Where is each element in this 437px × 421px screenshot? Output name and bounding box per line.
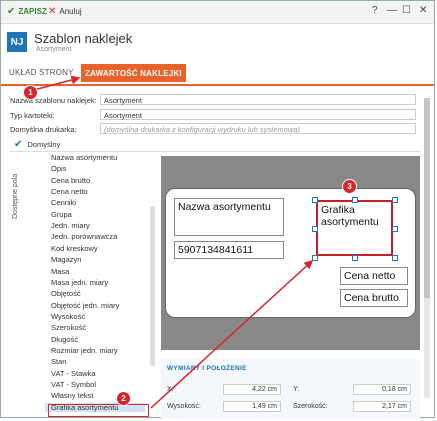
field-list-item[interactable]: Własny tekst <box>51 391 94 400</box>
annotation-badge-3: 3 <box>342 179 357 194</box>
help-button[interactable]: ? <box>372 5 378 16</box>
module-logo: NJ <box>7 32 27 52</box>
available-fields-label: Dostępne pola <box>12 173 19 219</box>
app-window: ✔ ZAPISZ ✕ Anuluj ? — ☐ ✕ NJ Szablon nak… <box>0 0 435 419</box>
element-cena-netto[interactable]: Cena netto <box>340 267 408 285</box>
field-list-item[interactable]: Cenniki <box>51 198 76 207</box>
type-label: Typ kartoteki: <box>10 111 55 120</box>
divider <box>9 151 421 152</box>
annotation-badge-1: 1 <box>23 85 38 100</box>
resize-handle[interactable] <box>312 255 318 261</box>
y-input[interactable]: 0,18 cm <box>353 384 411 395</box>
tab-page-layout[interactable]: UKŁAD STRONY <box>9 68 74 77</box>
scroll-thumb[interactable] <box>424 98 430 298</box>
panel-scrollbar[interactable] <box>424 98 430 398</box>
field-list-item[interactable]: Grupa <box>51 210 72 219</box>
height-input[interactable]: 1,49 cm <box>223 401 281 412</box>
close-x-icon: ✕ <box>48 6 57 17</box>
page-subtitle: Asortyment <box>36 46 72 53</box>
type-input[interactable]: Asortyment <box>100 109 416 120</box>
field-list-item[interactable]: Szerokość <box>51 323 86 332</box>
cancel-label: Anuluj <box>59 7 82 16</box>
element-cena-brutto[interactable]: Cena brutto <box>340 289 408 307</box>
element-barcode-text[interactable]: 5907134841611 <box>174 241 284 259</box>
printer-label: Domyślna drukarka: <box>10 125 77 134</box>
name-input[interactable]: Asortyment <box>100 94 416 105</box>
resize-handle[interactable] <box>392 226 398 232</box>
field-list-item[interactable]: Masa jedn. miary <box>51 278 108 287</box>
x-label: X: <box>167 386 174 393</box>
minimize-button[interactable]: — <box>387 5 397 16</box>
save-button[interactable]: ✔ ZAPISZ <box>7 6 47 17</box>
page-title: Szablon naklejek <box>34 31 133 46</box>
close-window-button[interactable]: ✕ <box>419 5 427 16</box>
field-list-item[interactable]: Długość <box>51 335 78 344</box>
field-list-item[interactable]: Masa <box>51 267 69 276</box>
resize-handle[interactable] <box>312 226 318 232</box>
field-list-item[interactable]: Jedn. miary <box>51 221 90 230</box>
field-list-item[interactable]: Kod kreskowy <box>51 244 98 253</box>
width-label: Szerokość: <box>293 403 328 410</box>
cancel-button[interactable]: ✕ Anuluj <box>48 6 82 17</box>
available-fields-strip[interactable]: Dostępne pola <box>10 157 24 287</box>
list-scrollbar[interactable] <box>150 206 155 366</box>
height-label: Wysokość: <box>167 403 201 410</box>
field-list-item[interactable]: VAT - Symbol <box>51 380 96 389</box>
name-label: Nazwa szablonu naklejek: <box>10 96 97 105</box>
annotation-badge-2: 2 <box>116 391 131 406</box>
resize-handle[interactable] <box>352 255 358 261</box>
field-list-item[interactable]: Stan <box>51 357 66 366</box>
resize-handle[interactable] <box>392 255 398 261</box>
field-list-item[interactable]: Opis <box>51 164 66 173</box>
field-list-item[interactable]: Rozmiar jedn. miary <box>51 346 118 355</box>
field-list-item[interactable]: Objętość jedn. miary <box>51 301 119 310</box>
default-checkbox[interactable]: ✔ Domyślny <box>14 139 60 150</box>
tab-bar: UKŁAD STRONY ZAWARTOŚĆ NAKLEJKI <box>1 64 434 86</box>
checkmark-icon: ✔ <box>14 139 23 150</box>
x-input[interactable]: 4,22 cm <box>223 384 281 395</box>
field-list-item[interactable]: VAT - Stawka <box>51 369 96 378</box>
field-list-item[interactable]: Cena brutto <box>51 176 90 185</box>
field-list-item[interactable]: Nazwa asortymentu <box>51 153 117 162</box>
default-label: Domyślny <box>27 140 61 149</box>
resize-handle[interactable] <box>392 197 398 203</box>
dimensions-title: WYMIARY I POŁOŻENIE <box>167 365 247 372</box>
printer-input[interactable]: (domyślna drukarka z konfiguracji wydruk… <box>100 123 416 134</box>
toolbar: ✔ ZAPISZ ✕ Anuluj ? — ☐ ✕ <box>1 1 434 24</box>
header: NJ Szablon naklejek Asortyment <box>1 24 434 64</box>
fields-list: Nazwa asortymentu Opis Cena brutto Cena net… <box>45 153 151 419</box>
field-list-item[interactable]: Magazyn <box>51 255 81 264</box>
checkmark-icon: ✔ <box>7 6 16 17</box>
field-list-item[interactable]: Cena netto <box>51 187 88 196</box>
field-list-item[interactable]: Wysokość <box>51 312 85 321</box>
y-label: Y: <box>293 386 300 393</box>
tab-label-content[interactable]: ZAWARTOŚĆ NAKLEJKI <box>81 64 186 82</box>
field-list-item[interactable]: Jedn. porównawcza <box>51 232 117 241</box>
save-label: ZAPISZ <box>18 7 47 16</box>
maximize-button[interactable]: ☐ <box>402 5 411 16</box>
element-grafika[interactable]: Grafika asortymentu <box>316 200 393 256</box>
width-input[interactable]: 2,17 cm <box>353 401 411 412</box>
annotation-highlight <box>48 404 149 417</box>
resize-handle[interactable] <box>352 197 358 203</box>
resize-handle[interactable] <box>312 197 318 203</box>
field-list-item[interactable]: Objętość <box>51 289 81 298</box>
element-nazwa[interactable]: Nazwa asortymentu <box>174 198 284 236</box>
